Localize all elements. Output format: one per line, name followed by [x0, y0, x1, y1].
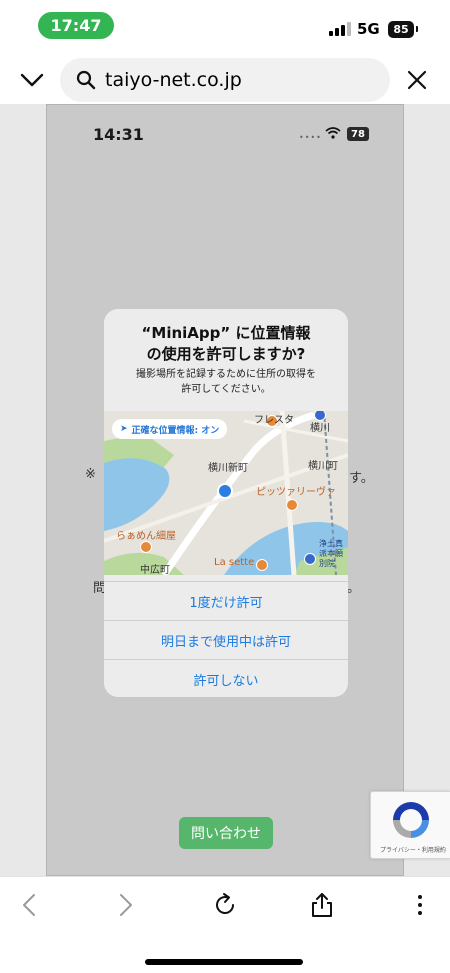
- map-label: 横川新町: [208, 463, 248, 474]
- inner-battery-level: 78: [351, 128, 365, 140]
- web-content: 14:31 •••• 78 ※ す。 問 。 “MiniApp” に位置情報 の…: [0, 104, 450, 876]
- url-bar: taiyo-net.co.jp: [0, 56, 450, 104]
- current-location-dot: [217, 483, 233, 499]
- search-icon: [76, 70, 96, 90]
- temple-poi-icon: [304, 553, 316, 565]
- page-margin-right: [404, 104, 450, 876]
- forward-icon[interactable]: [111, 891, 139, 919]
- allow-while-using-button[interactable]: 明日まで使用中は許可: [104, 620, 348, 659]
- deny-button[interactable]: 許可しない: [104, 659, 348, 697]
- status-time: 17:47: [38, 12, 114, 39]
- background-text: 。: [347, 581, 361, 596]
- location-permission-dialog: “MiniApp” に位置情報 の使用を許可しますか? 撮影場所を記録するために…: [104, 309, 348, 697]
- map-label: La sette: [214, 557, 255, 568]
- location-map: ➤ 正確な位置情報: オン フレスタ 横川 横川新町 横川町 ピッツァリーヴァ …: [104, 411, 348, 575]
- inner-signal-icon: ••••: [299, 133, 322, 142]
- background-text: ※: [85, 467, 96, 482]
- map-label: らぁめん細屋: [116, 531, 176, 542]
- home-indicator[interactable]: [145, 959, 303, 965]
- recaptcha-links[interactable]: プライバシー・利用規約: [375, 845, 450, 854]
- wifi-icon: [325, 127, 341, 139]
- url-text: taiyo-net.co.jp: [105, 69, 242, 91]
- map-label: 横川町: [308, 461, 338, 472]
- inner-status-time: 14:31: [93, 125, 144, 144]
- map-label: フレスタ: [254, 415, 294, 426]
- chevron-down-icon[interactable]: [18, 66, 46, 94]
- restaurant-poi-icon: [256, 559, 268, 571]
- precise-location-toggle[interactable]: ➤ 正確な位置情報: オン: [112, 419, 228, 439]
- map-label: 中広町: [140, 565, 170, 575]
- share-icon[interactable]: [308, 891, 336, 919]
- map-label-group: 浄土真 派本願 別院: [319, 539, 343, 569]
- dialog-title-line: の使用を許可しますか?: [146, 345, 306, 363]
- network-type: 5G: [357, 20, 380, 38]
- background-text: す。: [349, 471, 374, 486]
- contact-button[interactable]: 問い合わせ: [179, 817, 273, 849]
- browser-toolbar: [0, 876, 450, 973]
- restaurant-poi-icon: [140, 541, 152, 553]
- close-icon[interactable]: [403, 66, 431, 94]
- status-bar: 17:47 5G 85: [0, 0, 450, 50]
- more-options-icon[interactable]: [406, 891, 434, 919]
- restaurant-poi-icon: [286, 499, 298, 511]
- map-label: 派本願: [319, 549, 343, 558]
- inner-battery-icon: 78: [347, 127, 369, 141]
- dialog-message-line: 撮影場所を記録するために住所の取得を: [136, 369, 316, 380]
- dialog-message-line: 許可してください。: [181, 384, 271, 395]
- back-icon[interactable]: [16, 891, 44, 919]
- map-label: 別院: [319, 559, 335, 568]
- dialog-title: “MiniApp” に位置情報 の使用を許可しますか?: [104, 323, 348, 365]
- signal-icon: [329, 22, 351, 36]
- location-arrow-icon: ➤: [120, 424, 128, 434]
- allow-once-button[interactable]: 1度だけ許可: [104, 581, 348, 620]
- map-label: ピッツァリーヴァ: [256, 487, 336, 498]
- embedded-screenshot: 14:31 •••• 78 ※ す。 問 。 “MiniApp” に位置情報 の…: [46, 104, 404, 876]
- reload-icon[interactable]: [211, 891, 239, 919]
- dialog-message: 撮影場所を記録するために住所の取得を 許可してください。: [104, 367, 348, 397]
- dialog-title-line: “MiniApp” に位置情報: [141, 324, 311, 342]
- recaptcha-badge[interactable]: プライバシー・利用規約: [370, 791, 450, 859]
- battery-level: 85: [393, 23, 409, 36]
- map-label: 横川: [310, 423, 330, 434]
- page-margin-left: [0, 104, 46, 876]
- battery-icon: 85: [388, 21, 418, 38]
- map-label: 浄土真: [319, 539, 343, 548]
- address-field[interactable]: taiyo-net.co.jp: [60, 58, 390, 102]
- recaptcha-icon: [393, 802, 429, 838]
- precise-location-label: 正確な位置情報: オン: [131, 425, 220, 436]
